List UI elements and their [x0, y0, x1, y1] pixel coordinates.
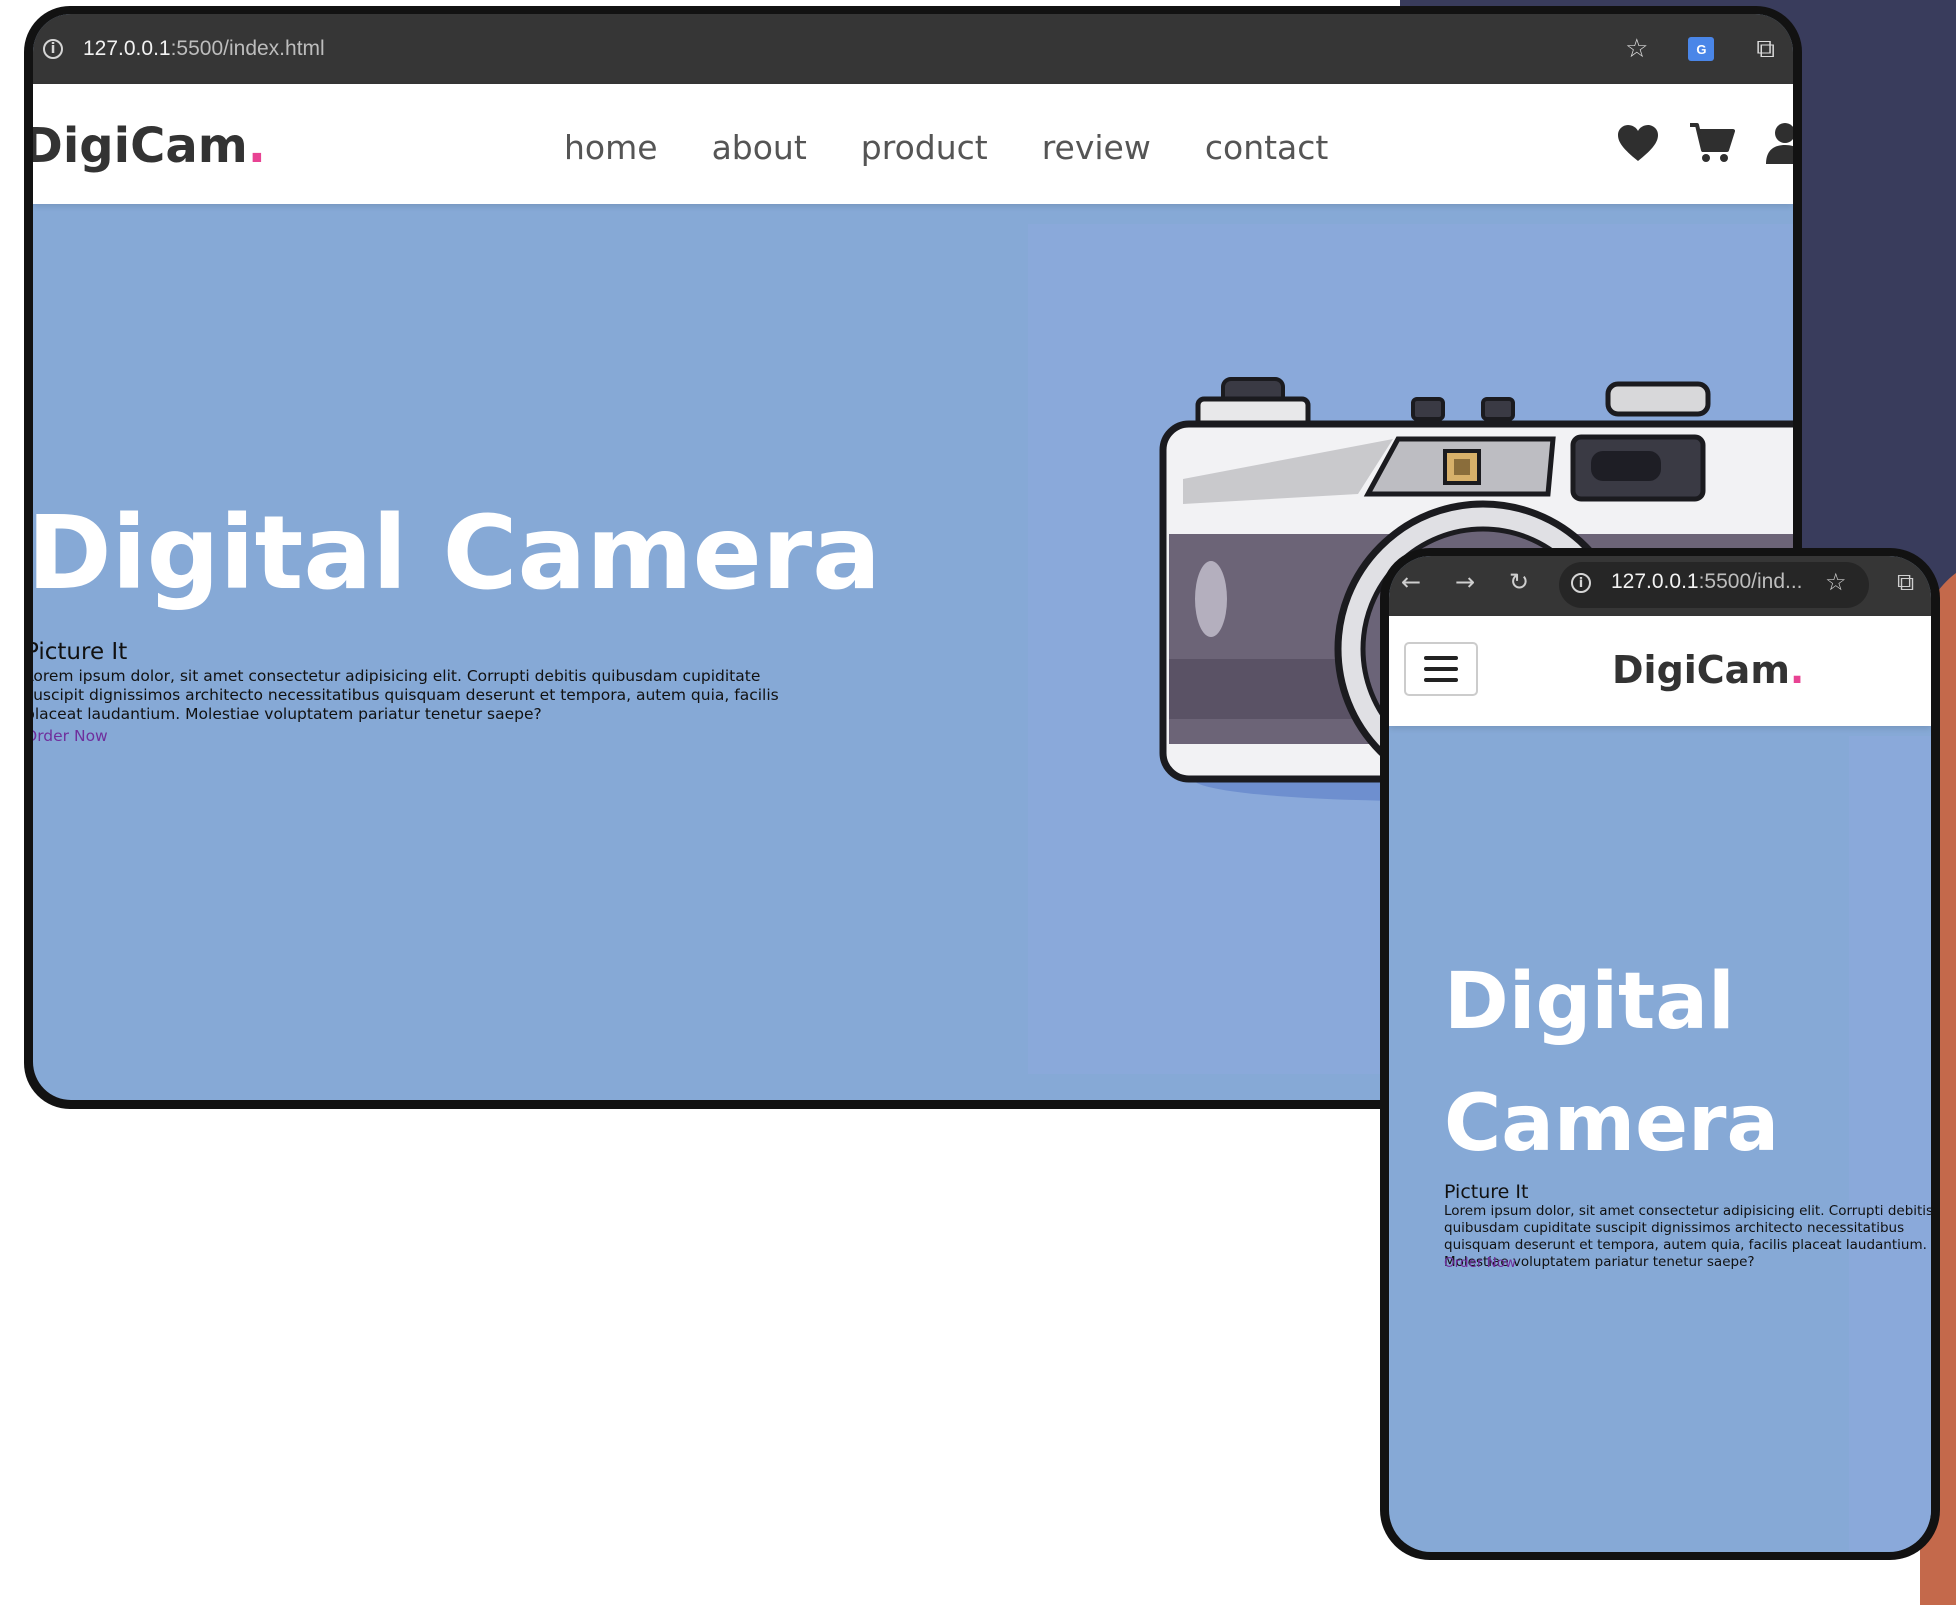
mobile-address-bar: ← → ↻ i 127.0.0.1:5500/ind... ☆ ⧉	[1389, 556, 1931, 616]
url-path: :5500/ind...	[1698, 570, 1803, 593]
desktop-navbar: DigiCam. home about product review conta…	[33, 84, 1793, 204]
nav-link-home[interactable]: home	[564, 128, 658, 167]
mobile-navbar: DigiCam.	[1389, 616, 1931, 726]
extensions-icon[interactable]: ⧉	[1897, 570, 1914, 594]
order-now-link[interactable]: Order Now	[1444, 1255, 1516, 1271]
nav-link-about[interactable]: about	[712, 128, 807, 167]
order-now-link[interactable]: Order Now	[33, 727, 108, 745]
user-icon[interactable]	[1765, 122, 1793, 164]
back-arrow-icon[interactable]: ←	[1401, 570, 1421, 594]
bookmark-star-icon[interactable]: ☆	[1625, 36, 1648, 62]
mobile-viewport: ← → ↻ i 127.0.0.1:5500/ind... ☆ ⧉ DigiCa…	[1389, 556, 1931, 1552]
cart-icon[interactable]	[1689, 122, 1735, 164]
url-host: 127.0.0.1	[83, 37, 171, 60]
site-info-icon[interactable]: i	[1571, 573, 1591, 593]
mobile-browser-window: ← → ↻ i 127.0.0.1:5500/ind... ☆ ⧉ DigiCa…	[1380, 548, 1940, 1560]
forward-arrow-icon[interactable]: →	[1455, 570, 1475, 594]
logo-dot: .	[1789, 648, 1805, 692]
extensions-icon[interactable]: ⧉	[1756, 36, 1775, 62]
hamburger-menu-icon[interactable]	[1404, 642, 1478, 696]
site-info-icon[interactable]: i	[43, 39, 63, 59]
reload-icon[interactable]: ↻	[1509, 570, 1529, 594]
logo[interactable]: DigiCam.	[1612, 648, 1804, 692]
hero-subtitle: Picture It	[1444, 1181, 1529, 1203]
logo-text: DigiCam	[1612, 648, 1790, 692]
nav-links: home about product review contact	[564, 128, 1328, 167]
logo-dot: .	[247, 118, 266, 174]
nav-icons	[1617, 122, 1793, 164]
logo[interactable]: DigiCam.	[33, 118, 266, 174]
hero-title: Digital Camera	[33, 494, 881, 613]
translate-icon[interactable]: G	[1688, 37, 1715, 61]
desktop-url[interactable]: 127.0.0.1:5500/index.html	[83, 37, 325, 61]
hero-description: Lorem ipsum dolor, sit amet consectetur …	[33, 667, 779, 723]
bookmark-star-icon[interactable]: ☆	[1825, 570, 1847, 594]
url-path: :5500/index.html	[170, 37, 325, 60]
mobile-url[interactable]: 127.0.0.1:5500/ind...	[1611, 570, 1803, 594]
desktop-address-bar[interactable]: i 127.0.0.1:5500/index.html ☆ G ⧉	[33, 14, 1793, 84]
hero-title: Digital Camera	[1444, 957, 1780, 1169]
hero-subtitle: Picture It	[33, 639, 128, 665]
heart-icon[interactable]	[1617, 124, 1659, 162]
nav-link-product[interactable]: product	[861, 128, 988, 167]
url-host: 127.0.0.1	[1611, 570, 1699, 593]
nav-link-contact[interactable]: contact	[1205, 128, 1329, 167]
logo-text: DigiCam	[33, 118, 248, 174]
nav-link-review[interactable]: review	[1042, 128, 1151, 167]
hero-description: Lorem ipsum dolor, sit amet consectetur …	[1444, 1203, 1931, 1270]
